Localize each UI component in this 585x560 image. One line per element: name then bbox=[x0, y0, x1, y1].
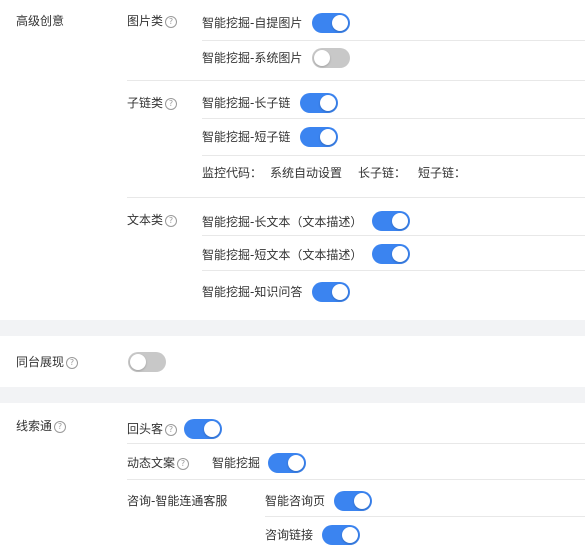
option-label-system-image: 智能挖掘-系统图片 bbox=[202, 51, 303, 65]
option-label-short-sublink: 智能挖掘-短子链 bbox=[202, 130, 291, 144]
toggle-dynamic-copy[interactable] bbox=[268, 453, 306, 473]
option-label-long-text: 智能挖掘-长文本（文本描述） bbox=[202, 215, 363, 229]
help-icon[interactable]: ? bbox=[165, 98, 178, 110]
consult-label: 咨询-智能连通客服 bbox=[127, 494, 228, 508]
toggle-consult-link[interactable] bbox=[322, 525, 360, 545]
group-divider bbox=[127, 80, 585, 81]
toggle-knob bbox=[342, 527, 358, 543]
monitor-code-value: 系统自动设置 bbox=[270, 166, 343, 180]
help-icon[interactable]: ? bbox=[165, 215, 178, 227]
consult-page-label: 智能咨询页 bbox=[265, 494, 326, 508]
option-label-short-text: 智能挖掘-短文本（文本描述） bbox=[202, 248, 363, 262]
dynamic-copy-label: 动态文案? bbox=[127, 455, 190, 471]
row-divider bbox=[202, 40, 585, 41]
help-icon[interactable]: ? bbox=[165, 424, 178, 436]
option-label-self-image: 智能挖掘-自提图片 bbox=[202, 16, 303, 30]
sublink-category-label: 子链类? bbox=[127, 95, 178, 111]
row-divider bbox=[265, 516, 585, 517]
toggle-long-text[interactable] bbox=[372, 211, 410, 231]
image-category-label: 图片类? bbox=[127, 13, 178, 29]
toggle-knob bbox=[332, 15, 348, 31]
toggle-qa[interactable] bbox=[312, 282, 350, 302]
dynamic-copy-option-label: 智能挖掘 bbox=[212, 456, 261, 470]
help-icon[interactable]: ? bbox=[177, 458, 190, 470]
toggle-knob bbox=[320, 95, 336, 111]
row-divider bbox=[202, 118, 585, 119]
toggle-knob bbox=[354, 493, 370, 509]
row-divider bbox=[202, 235, 585, 236]
toggle-returning-customer[interactable] bbox=[184, 419, 222, 439]
consult-link-label: 咨询链接 bbox=[265, 528, 314, 542]
row-divider bbox=[127, 479, 585, 480]
monitor-short-sublink-label: 短子链： bbox=[418, 166, 467, 180]
toggle-short-text[interactable] bbox=[372, 244, 410, 264]
row-divider bbox=[127, 443, 585, 444]
toggle-knob bbox=[320, 129, 336, 145]
group-divider bbox=[127, 197, 585, 198]
toggle-knob bbox=[314, 50, 330, 66]
help-icon[interactable]: ? bbox=[54, 421, 67, 433]
option-label-qa: 智能挖掘-知识问答 bbox=[202, 285, 303, 299]
monitor-code-label: 监控代码： bbox=[202, 166, 263, 180]
toggle-consult-page[interactable] bbox=[334, 491, 372, 511]
section-separator bbox=[0, 387, 585, 403]
row-divider bbox=[202, 270, 585, 271]
toggle-short-sublink[interactable] bbox=[300, 127, 338, 147]
toggle-knob bbox=[204, 421, 220, 437]
toggle-knob bbox=[130, 354, 146, 370]
same-display-label: 同台展现? bbox=[16, 354, 79, 370]
toggle-knob bbox=[332, 284, 348, 300]
option-label-long-sublink: 智能挖掘-长子链 bbox=[202, 96, 291, 110]
row-divider bbox=[202, 155, 585, 156]
toggle-same-display[interactable] bbox=[128, 352, 166, 372]
toggle-long-sublink[interactable] bbox=[300, 93, 338, 113]
leads-section-label: 线索通? bbox=[16, 418, 67, 434]
returning-customer-label: 回头客? bbox=[127, 421, 178, 437]
advanced-section-title: 高级创意 bbox=[16, 14, 65, 28]
help-icon[interactable]: ? bbox=[66, 357, 79, 369]
monitor-long-sublink-label: 长子链： bbox=[358, 166, 407, 180]
toggle-knob bbox=[288, 455, 304, 471]
section-separator bbox=[0, 320, 585, 336]
help-icon[interactable]: ? bbox=[165, 16, 178, 28]
toggle-system-image[interactable] bbox=[312, 48, 350, 68]
toggle-knob bbox=[392, 213, 408, 229]
text-category-label: 文本类? bbox=[127, 212, 178, 228]
toggle-self-image[interactable] bbox=[312, 13, 350, 33]
toggle-knob bbox=[392, 246, 408, 262]
